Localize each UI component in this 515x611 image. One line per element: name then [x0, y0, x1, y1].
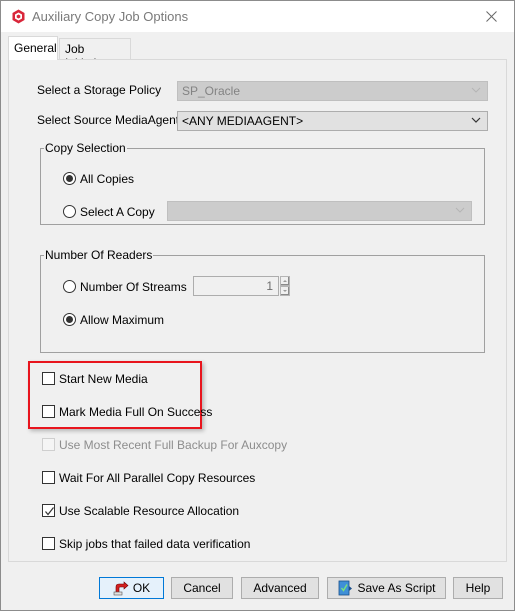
start-new-media-label[interactable]: Start New Media: [59, 372, 148, 386]
number-of-streams-stepper: [280, 276, 290, 296]
wait-parallel-copy-checkbox[interactable]: [42, 471, 55, 484]
allow-maximum-label[interactable]: Allow Maximum: [80, 313, 164, 327]
number-of-streams-input[interactable]: 1: [193, 276, 279, 296]
save-as-script-label: Save As Script: [357, 581, 436, 595]
select-a-copy-dropdown[interactable]: [167, 201, 472, 221]
select-a-copy-label[interactable]: Select A Copy: [80, 205, 155, 219]
allow-maximum-radio[interactable]: [63, 313, 76, 326]
storage-policy-dropdown[interactable]: SP_Oracle: [177, 81, 488, 101]
commvault-logo-icon: [11, 9, 26, 24]
mark-media-full-checkbox[interactable]: [42, 405, 55, 418]
cancel-label: Cancel: [183, 581, 221, 595]
number-of-readers-group: Number Of Readers: [40, 248, 485, 353]
mark-media-full-label[interactable]: Mark Media Full On Success: [59, 405, 212, 419]
chevron-down-icon: [471, 87, 481, 93]
window-title: Auxiliary Copy Job Options: [32, 9, 189, 24]
chevron-down-icon: [471, 117, 481, 123]
source-mediaagent-dropdown[interactable]: <ANY MEDIAAGENT>: [177, 111, 488, 131]
arrow-down-icon: [283, 290, 287, 292]
use-most-recent-full-backup-label: Use Most Recent Full Backup For Auxcopy: [59, 438, 288, 452]
help-button[interactable]: Help: [453, 577, 503, 599]
number-of-streams-label[interactable]: Number Of Streams: [80, 280, 187, 294]
cancel-button[interactable]: Cancel: [171, 577, 233, 599]
close-icon: [485, 11, 497, 22]
source-mediaagent-value: <ANY MEDIAAGENT>: [182, 114, 304, 128]
number-of-streams-radio[interactable]: [63, 280, 76, 293]
storage-policy-label: Select a Storage Policy: [37, 83, 162, 97]
checkmark-icon: [45, 507, 54, 516]
arrow-up-icon: [283, 280, 287, 282]
advanced-button[interactable]: Advanced: [241, 577, 319, 599]
all-copies-radio[interactable]: [63, 172, 76, 185]
title-bar: Auxiliary Copy Job Options: [1, 1, 514, 32]
select-a-copy-radio[interactable]: [63, 205, 76, 218]
copy-selection-title: Copy Selection: [44, 141, 127, 155]
scalable-resource-allocation-checkbox[interactable]: [42, 504, 55, 517]
tab-job-initiation[interactable]: Job Initiation: [59, 38, 131, 70]
close-button[interactable]: [468, 1, 514, 32]
skip-failed-verification-label[interactable]: Skip jobs that failed data verification: [59, 537, 250, 551]
scalable-resource-allocation-label[interactable]: Use Scalable Resource Allocation: [59, 504, 239, 518]
help-label: Help: [465, 581, 491, 595]
storage-policy-value: SP_Oracle: [182, 84, 241, 98]
skip-failed-verification-checkbox[interactable]: [42, 537, 55, 550]
ok-button[interactable]: OK: [99, 577, 164, 599]
number-of-readers-title: Number Of Readers: [44, 248, 154, 262]
all-copies-label[interactable]: All Copies: [80, 172, 134, 186]
ok-label: OK: [132, 581, 151, 595]
save-as-script-button[interactable]: Save As Script: [327, 577, 446, 599]
source-mediaagent-label: Select Source MediaAgent: [37, 113, 180, 127]
script-icon: [339, 580, 353, 596]
auxiliary-copy-dialog: Auxiliary Copy Job Options General Job I…: [0, 0, 515, 611]
spin-up-button[interactable]: [280, 276, 290, 286]
ok-pipe-icon: [113, 581, 129, 596]
spin-down-button[interactable]: [280, 286, 290, 296]
wait-parallel-copy-label[interactable]: Wait For All Parallel Copy Resources: [59, 471, 255, 485]
tab-general[interactable]: General: [8, 36, 58, 60]
use-most-recent-full-backup-checkbox[interactable]: [42, 438, 55, 451]
chevron-down-icon: [455, 207, 465, 213]
advanced-label: Advanced: [253, 581, 307, 595]
start-new-media-checkbox[interactable]: [42, 372, 55, 385]
